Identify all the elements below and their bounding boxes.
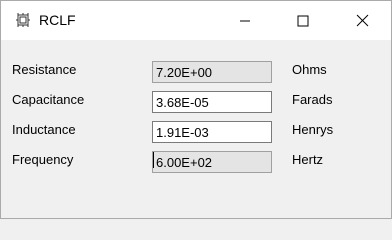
close-button[interactable] (333, 1, 391, 40)
maximize-icon (297, 15, 309, 26)
maximize-button[interactable] (274, 1, 332, 40)
inductance-label: Inductance (12, 122, 76, 137)
inductance-input[interactable]: 1.91E-03 (152, 121, 272, 143)
title-bar[interactable]: RCLF (1, 1, 391, 40)
frequency-unit: Hertz (292, 152, 324, 167)
resistance-field: 7.20E+00 (152, 61, 272, 83)
app-icon (16, 13, 30, 27)
minimize-button[interactable] (216, 1, 274, 40)
capacitance-unit: Farads (292, 92, 333, 107)
capacitance-input[interactable]: 3.68E-05 (152, 91, 272, 113)
capacitance-label: Capacitance (12, 92, 85, 107)
resistance-label: Resistance (12, 62, 77, 77)
minimize-icon (240, 20, 250, 21)
close-icon (356, 14, 368, 27)
rclf-window: RCLF Resistance 7.20E+00 Ohms Capacitanc… (0, 0, 392, 219)
inductance-unit: Henrys (292, 122, 334, 137)
frequency-label: Frequency (12, 152, 74, 167)
resistance-unit: Ohms (292, 62, 327, 77)
text-caret (153, 152, 154, 168)
window-title: RCLF (39, 12, 76, 28)
frequency-field[interactable]: 6.00E+02 (152, 151, 272, 173)
